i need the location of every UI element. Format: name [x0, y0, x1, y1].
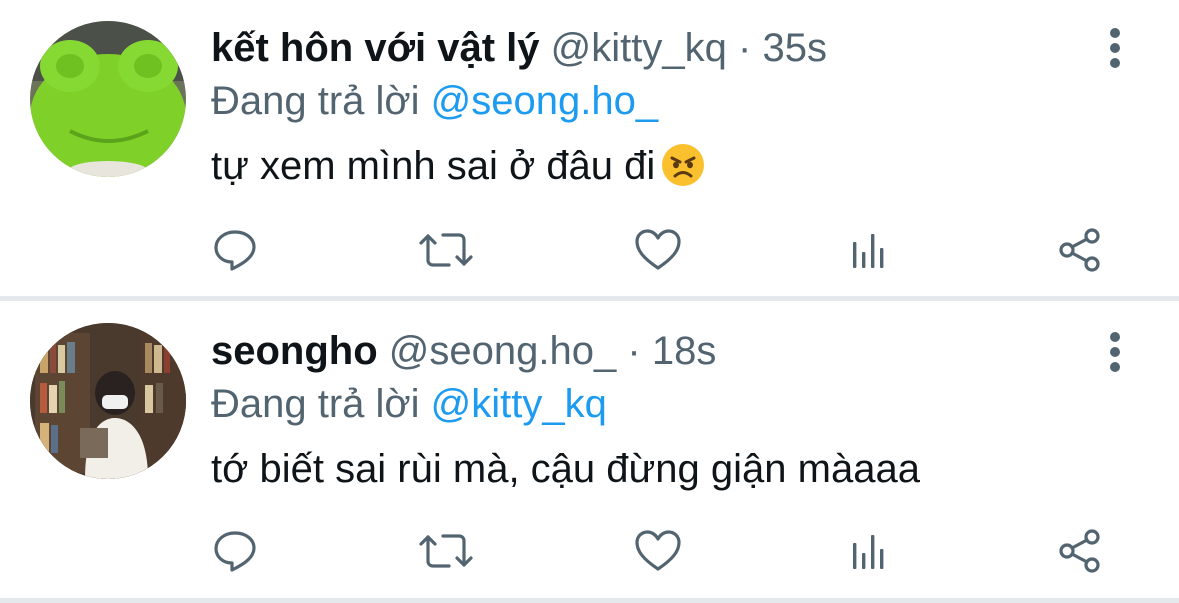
tweet-header: seongho @seong.ho_ · 18s — [211, 327, 716, 375]
retweet-button[interactable] — [416, 521, 476, 581]
like-button[interactable] — [628, 521, 688, 581]
reply-mention-link[interactable]: @kitty_kq — [431, 382, 607, 426]
timestamp[interactable]: 18s — [652, 329, 717, 373]
display-name[interactable]: seongho — [211, 329, 378, 373]
share-button[interactable] — [1050, 521, 1110, 581]
tweet-item[interactable]: seongho @seong.ho_ · 18s Đang trả lời @k… — [0, 0, 1179, 573]
separator-dot: · — [627, 329, 641, 373]
tweet-text-content: tớ biết sai rùi mà, cậu đừng giận màaaa — [211, 447, 920, 491]
reply-icon — [214, 531, 256, 572]
stats-button[interactable] — [839, 521, 899, 581]
avatar[interactable] — [30, 323, 186, 479]
retweet-icon — [419, 534, 473, 568]
reply-prefix: Đang trả lời — [211, 382, 420, 426]
more-options-icon[interactable] — [1099, 330, 1131, 374]
user-handle[interactable]: @seong.ho_ — [389, 329, 616, 373]
tweet-text: tớ biết sai rùi mà, cậu đừng giận màaaa — [211, 445, 920, 493]
reply-button[interactable] — [205, 521, 265, 581]
stats-icon — [853, 535, 884, 569]
bottom-divider — [0, 598, 1179, 603]
share-icon — [1059, 529, 1100, 573]
like-icon — [635, 530, 681, 571]
replying-to: Đang trả lời @kitty_kq — [211, 380, 607, 428]
